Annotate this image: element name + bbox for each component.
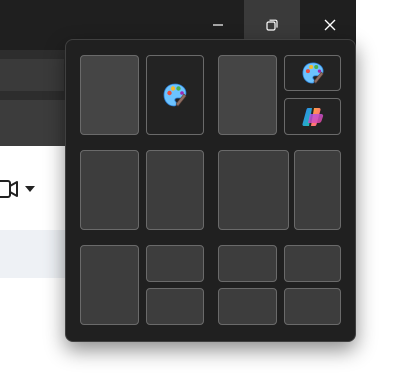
snap-zone-layout3-right[interactable] bbox=[146, 150, 204, 230]
snap-zone-layout6-top-right[interactable] bbox=[284, 245, 341, 282]
snap-zone-layout1-right[interactable] bbox=[146, 55, 204, 135]
screen bbox=[0, 0, 404, 378]
snap-zone-layout5-bottom-right[interactable] bbox=[146, 288, 204, 325]
snap-zone-layout4-left[interactable] bbox=[218, 150, 289, 230]
snap-zone-layout6-bottom-left[interactable] bbox=[218, 288, 277, 325]
snap-zone-layout3-left[interactable] bbox=[80, 150, 139, 230]
address-field[interactable] bbox=[0, 59, 64, 91]
snap-layouts-flyout bbox=[65, 39, 356, 342]
video-camera-icon[interactable] bbox=[0, 176, 20, 202]
snap-zone-layout2-left[interactable] bbox=[218, 55, 277, 135]
copilot-icon bbox=[301, 107, 323, 126]
snap-zone-layout5-top-right[interactable] bbox=[146, 245, 204, 282]
paint-palette-icon bbox=[163, 83, 187, 107]
snap-zone-layout2-bottom-right[interactable] bbox=[284, 98, 341, 135]
snap-zone-layout5-left[interactable] bbox=[80, 245, 139, 325]
snap-zone-layout6-top-left[interactable] bbox=[218, 245, 277, 282]
desktop-edge bbox=[356, 0, 404, 378]
close-icon bbox=[324, 19, 336, 31]
restore-icon bbox=[266, 19, 278, 31]
snap-zone-layout6-bottom-right[interactable] bbox=[284, 288, 341, 325]
snap-zone-layout2-top-right[interactable] bbox=[284, 55, 341, 91]
minimize-icon bbox=[213, 24, 223, 26]
caret-down-icon[interactable] bbox=[24, 184, 36, 194]
paint-palette-icon bbox=[301, 62, 324, 84]
snap-zone-layout1-left[interactable] bbox=[80, 55, 139, 135]
snap-zone-layout4-right[interactable] bbox=[294, 150, 341, 230]
